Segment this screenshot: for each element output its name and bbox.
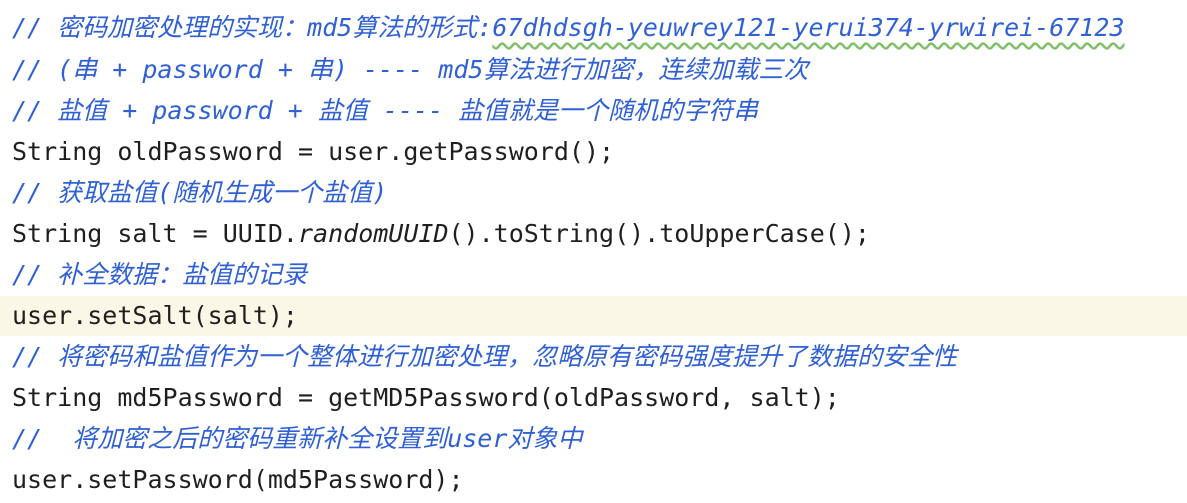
code-line-comment[interactable]: // 将加密之后的密码重新补全设置到user对象中 [0,419,1187,459]
comment-text: // 将密码和盐值作为一个整体进行加密处理，忽略原有密码强度提升了数据的安全性 [12,342,958,371]
code-text: String salt = UUID. [12,219,298,248]
code-line-comment[interactable]: // 将密码和盐值作为一个整体进行加密处理，忽略原有密码强度提升了数据的安全性 [0,337,1187,377]
code-line[interactable]: String salt = UUID.randomUUID().toString… [0,214,1187,254]
code-text: ().toString().toUpperCase(); [448,219,870,248]
code-line[interactable]: String md5Password = getMD5Password(oldP… [0,378,1187,418]
spellcheck-underlined-text: 67dhdsgh-yeuwrey121-yerui374-yrwirei-671… [492,13,1125,42]
comment-text: // 盐值 + password + 盐值 ---- 盐值就是一个随机的字符串 [12,96,759,125]
comment-text: // 将加密之后的密码重新补全设置到user对象中 [12,424,583,453]
code-text: user.setPassword(md5Password); [12,465,464,494]
comment-text: // 获取盐值(随机生成一个盐值) [12,178,388,207]
code-line[interactable]: String oldPassword = user.getPassword(); [0,132,1187,172]
comment-text: // 补全数据：盐值的记录 [12,260,308,289]
code-editor[interactable]: // 密码加密处理的实现：md5算法的形式:67dhdsgh-yeuwrey12… [0,0,1187,503]
comment-text: // (串 + password + 串) ---- md5算法进行加密，连续加… [12,55,809,84]
comment-text: // 密码加密处理的实现：md5算法的形式: [12,13,493,42]
code-text: user.setSalt(salt); [12,301,298,330]
code-text: String md5Password = getMD5Password(oldP… [12,383,840,412]
code-line-comment[interactable]: // 获取盐值(随机生成一个盐值) [0,173,1187,213]
code-line-comment[interactable]: // (串 + password + 串) ---- md5算法进行加密，连续加… [0,50,1187,90]
code-line-comment[interactable]: // 密码加密处理的实现：md5算法的形式:67dhdsgh-yeuwrey12… [0,8,1187,48]
static-method-name: randomUUID [297,219,449,248]
code-line-comment[interactable]: // 盐值 + password + 盐值 ---- 盐值就是一个随机的字符串 [0,91,1187,131]
code-line[interactable]: user.setPassword(md5Password); [0,460,1187,500]
code-line-current[interactable]: user.setSalt(salt); [0,296,1187,336]
code-text: String oldPassword = user.getPassword(); [12,137,615,166]
code-line-comment[interactable]: // 补全数据：盐值的记录 [0,255,1187,295]
